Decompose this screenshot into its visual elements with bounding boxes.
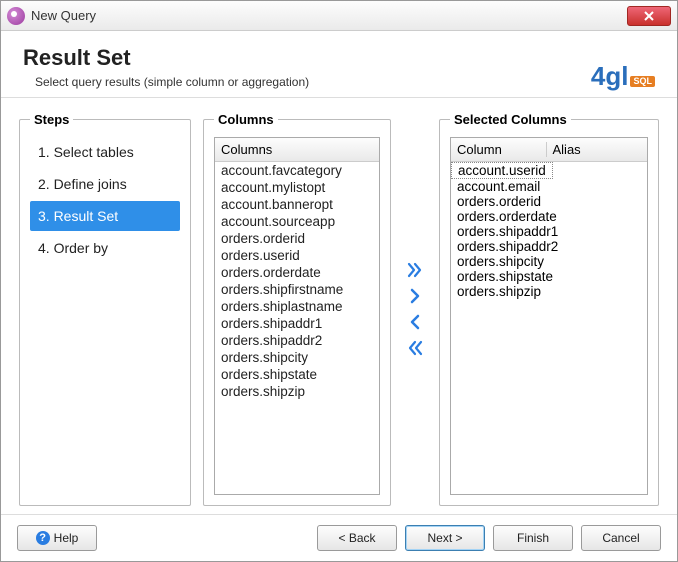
- titlebar: New Query: [1, 1, 677, 31]
- back-button[interactable]: < Back: [317, 525, 397, 551]
- logo-sql: SQL: [630, 76, 655, 87]
- selected-columns-table[interactable]: Column Alias account.useridaccount.email…: [450, 137, 648, 495]
- cell-alias: [564, 224, 647, 239]
- chevron-right-icon: [407, 288, 423, 304]
- column-header-column[interactable]: Column: [457, 142, 546, 157]
- page-title: Result Set: [23, 45, 309, 71]
- column-header-alias[interactable]: Alias: [546, 142, 642, 157]
- list-item[interactable]: orders.orderid: [215, 230, 379, 247]
- app-icon: [7, 7, 25, 25]
- cell-alias: [549, 179, 647, 194]
- selected-columns-panel: Selected Columns Column Alias account.us…: [439, 112, 659, 506]
- back-label: < Back: [338, 531, 375, 545]
- wizard-body: Steps 1. Select tables2. Define joins3. …: [1, 98, 677, 514]
- list-item[interactable]: orders.shipaddr2: [215, 332, 379, 349]
- steps-legend: Steps: [30, 112, 73, 127]
- table-row[interactable]: account.userid: [451, 162, 647, 179]
- logo-gl: gl: [605, 63, 628, 89]
- close-button[interactable]: [627, 6, 671, 26]
- selected-table-header: Column Alias: [451, 138, 647, 162]
- help-icon: ?: [36, 531, 50, 545]
- cell-alias: [559, 269, 647, 284]
- columns-legend: Columns: [214, 112, 278, 127]
- add-all-button[interactable]: [405, 260, 425, 280]
- cell-column: orders.shipcity: [451, 254, 550, 269]
- window-title: New Query: [31, 8, 627, 23]
- cell-column: orders.orderid: [451, 194, 549, 209]
- selected-columns-legend: Selected Columns: [450, 112, 571, 127]
- step-item[interactable]: 1. Select tables: [30, 137, 180, 167]
- cell-column: orders.shipzip: [451, 284, 549, 299]
- table-row[interactable]: orders.shipstate: [451, 269, 647, 284]
- list-item[interactable]: orders.shipcity: [215, 349, 379, 366]
- cell-alias: [564, 239, 647, 254]
- steps-panel: Steps 1. Select tables2. Define joins3. …: [19, 112, 191, 506]
- list-item[interactable]: orders.orderdate: [215, 264, 379, 281]
- wizard-header: Result Set Select query results (simple …: [1, 31, 677, 98]
- table-row[interactable]: orders.shipaddr1: [451, 224, 647, 239]
- list-item[interactable]: orders.shipfirstname: [215, 281, 379, 298]
- columns-list-header: Columns: [215, 138, 379, 162]
- double-chevron-left-icon: [407, 340, 423, 356]
- finish-label: Finish: [517, 531, 549, 545]
- logo: 4glSQL: [591, 63, 655, 89]
- list-item[interactable]: orders.userid: [215, 247, 379, 264]
- cell-column: account.email: [451, 179, 549, 194]
- finish-button[interactable]: Finish: [493, 525, 573, 551]
- remove-all-button[interactable]: [405, 338, 425, 358]
- table-row[interactable]: orders.orderdate: [451, 209, 647, 224]
- cell-column: orders.shipstate: [451, 269, 559, 284]
- remove-button[interactable]: [405, 312, 425, 332]
- list-item[interactable]: account.sourceapp: [215, 213, 379, 230]
- cell-alias: [553, 162, 647, 179]
- table-row[interactable]: account.email: [451, 179, 647, 194]
- help-label: Help: [54, 531, 79, 545]
- columns-listbox[interactable]: Columns account.favcategoryaccount.mylis…: [214, 137, 380, 495]
- step-item[interactable]: 4. Order by: [30, 233, 180, 263]
- step-item[interactable]: 3. Result Set: [30, 201, 180, 231]
- list-item[interactable]: orders.shiplastname: [215, 298, 379, 315]
- add-button[interactable]: [405, 286, 425, 306]
- cell-column: orders.shipaddr2: [451, 239, 564, 254]
- cell-column: account.userid: [451, 162, 553, 179]
- columns-panel: Columns Columns account.favcategoryaccou…: [203, 112, 391, 506]
- list-item[interactable]: account.favcategory: [215, 162, 379, 179]
- next-button[interactable]: Next >: [405, 525, 485, 551]
- list-item[interactable]: account.banneropt: [215, 196, 379, 213]
- close-icon: [644, 11, 654, 21]
- list-item[interactable]: orders.shipaddr1: [215, 315, 379, 332]
- cell-alias: [563, 209, 647, 224]
- chevron-left-icon: [407, 314, 423, 330]
- cell-column: orders.orderdate: [451, 209, 563, 224]
- list-item[interactable]: orders.shipzip: [215, 383, 379, 400]
- transfer-buttons: [403, 112, 427, 506]
- cancel-label: Cancel: [602, 531, 639, 545]
- double-chevron-right-icon: [407, 262, 423, 278]
- logo-four: 4: [591, 63, 605, 89]
- cancel-button[interactable]: Cancel: [581, 525, 661, 551]
- next-label: Next >: [427, 531, 462, 545]
- table-row[interactable]: orders.orderid: [451, 194, 647, 209]
- cell-alias: [549, 284, 647, 299]
- wizard-footer: ? Help < Back Next > Finish Cancel: [1, 514, 677, 561]
- cell-alias: [550, 254, 647, 269]
- list-item[interactable]: orders.shipstate: [215, 366, 379, 383]
- help-button[interactable]: ? Help: [17, 525, 97, 551]
- table-row[interactable]: orders.shipzip: [451, 284, 647, 299]
- step-item[interactable]: 2. Define joins: [30, 169, 180, 199]
- list-item[interactable]: account.mylistopt: [215, 179, 379, 196]
- cell-alias: [549, 194, 647, 209]
- table-row[interactable]: orders.shipcity: [451, 254, 647, 269]
- table-row[interactable]: orders.shipaddr2: [451, 239, 647, 254]
- page-subtitle: Select query results (simple column or a…: [23, 75, 309, 89]
- cell-column: orders.shipaddr1: [451, 224, 564, 239]
